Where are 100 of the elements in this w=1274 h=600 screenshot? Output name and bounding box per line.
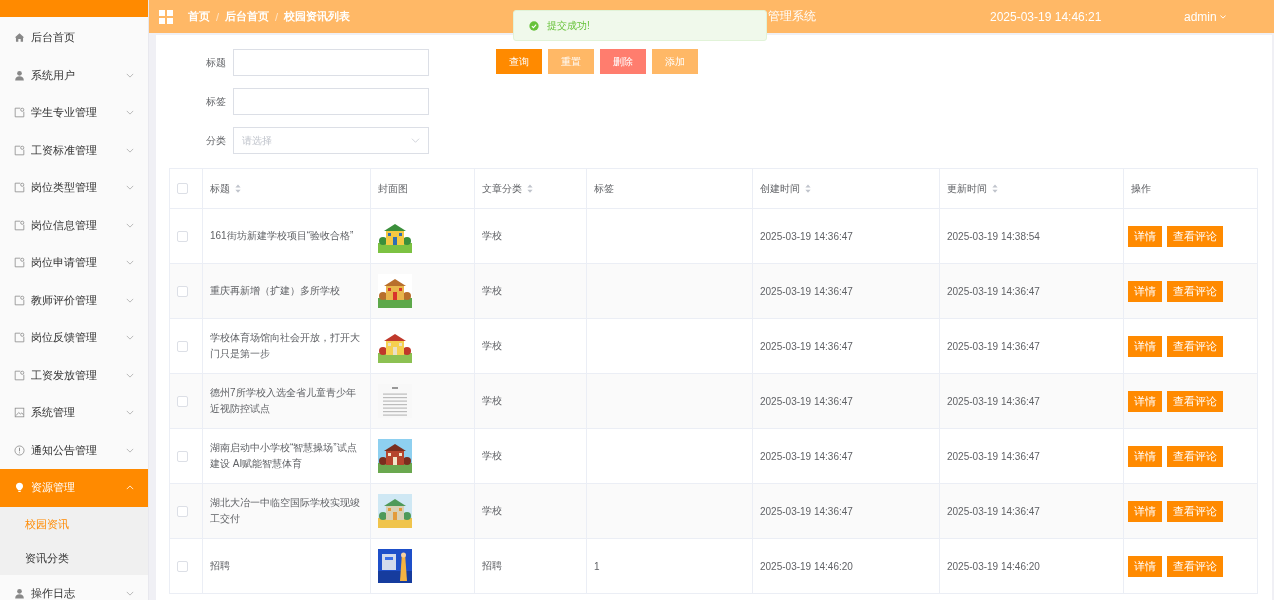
table-cell: 学校 (482, 230, 502, 241)
column-header: 封面图 (378, 181, 408, 196)
checkbox[interactable] (177, 395, 188, 407)
check-circle-icon (529, 20, 539, 31)
row-action-button[interactable]: 详情 (1128, 445, 1162, 467)
sidebar-item[interactable]: 工资标准管理 (0, 131, 148, 169)
table-cell: 2025-03-19 14:36:47 (760, 340, 853, 352)
sidebar-item[interactable]: 学生专业管理 (0, 94, 148, 132)
chevron-down-icon (126, 185, 134, 191)
table-cell: 2025-03-19 14:46:20 (947, 560, 1040, 572)
row-action-button[interactable]: 查看评论 (1167, 225, 1223, 247)
row-action-button[interactable]: 详情 (1128, 390, 1162, 412)
table-cell: 2025-03-19 14:36:47 (947, 340, 1040, 352)
row-action-button[interactable]: 详情 (1128, 225, 1162, 247)
datetime-text: 2025-03-19 14:46:21 (990, 9, 1103, 24)
table-cell: 2025-03-19 14:36:47 (760, 450, 853, 462)
table-cell: 2025-03-19 14:36:47 (947, 505, 1040, 517)
sidebar-item[interactable]: 通知公告管理 (0, 431, 148, 469)
submenu-item[interactable]: 资讯分类 (0, 540, 148, 575)
row-action-button[interactable]: 查看评论 (1167, 445, 1223, 467)
sort-icon[interactable] (527, 184, 533, 193)
table-cell: 2025-03-19 14:36:47 (760, 285, 853, 297)
sidebar-item[interactable]: 资源管理 (0, 469, 148, 507)
column-header: 操作 (1131, 181, 1151, 196)
field-label: 标题 (205, 55, 226, 70)
table-cell-text: 161街坊新建学校项目“验收合格” (210, 229, 355, 243)
chevron-down-icon (126, 72, 134, 78)
sidebar-item[interactable]: 岗位类型管理 (0, 169, 148, 207)
checkbox[interactable] (177, 183, 188, 195)
chevron-down-icon (126, 335, 134, 341)
table-cell: 2025-03-19 14:36:47 (760, 505, 853, 517)
sidebar-item[interactable]: 系统用户 (0, 56, 148, 94)
input-field[interactable] (233, 88, 429, 115)
row-action-button[interactable]: 查看评论 (1167, 280, 1223, 302)
row-action-button[interactable]: 查看评论 (1167, 500, 1223, 522)
sidebar-item[interactable]: 后台首页 (0, 19, 148, 57)
document-icon (14, 219, 25, 231)
bulb-icon (14, 482, 25, 494)
sidebar-item[interactable]: 教师评价管理 (0, 281, 148, 319)
table-cell-text: 湖南启动中小学校“智慧操场”试点建设 AI赋能智慧体育 (210, 441, 358, 471)
system-title: 管理系统 (768, 8, 817, 25)
checkbox[interactable] (177, 505, 188, 517)
row-action-button[interactable]: 详情 (1128, 335, 1162, 357)
user-menu[interactable]: admin (1176, 9, 1274, 24)
action-button[interactable]: 添加 (652, 49, 698, 74)
home-icon (14, 32, 25, 44)
sort-icon[interactable] (992, 184, 998, 193)
sidebar-item[interactable]: 岗位申请管理 (0, 244, 148, 282)
table-cell: 学校 (482, 340, 502, 351)
checkbox[interactable] (177, 560, 188, 572)
row-action-button[interactable]: 查看评论 (1167, 390, 1223, 412)
table-cell-text: 招聘 (210, 559, 231, 573)
column-header: 标题 (210, 181, 230, 196)
row-action-button[interactable]: 详情 (1128, 280, 1162, 302)
sidebar-item[interactable]: 系统管理 (0, 394, 148, 432)
document-icon (14, 107, 25, 119)
table-cell: 2025-03-19 14:36:47 (947, 450, 1040, 462)
user-icon (14, 69, 25, 81)
chevron-down-icon (126, 447, 134, 453)
sort-icon[interactable] (805, 184, 811, 193)
sidebar-item[interactable]: 工资发放管理 (0, 356, 148, 394)
chevron-down-icon (126, 260, 134, 266)
row-action-button[interactable]: 详情 (1128, 500, 1162, 522)
sidebar-item[interactable]: 操作日志 (0, 574, 148, 600)
document-icon (14, 294, 25, 306)
chevron-down-icon (411, 138, 420, 143)
row-action-button[interactable]: 详情 (1128, 555, 1162, 577)
table-cell: 学校 (482, 285, 502, 296)
table-cell: 2025-03-19 14:36:47 (760, 230, 853, 242)
chevron-down-icon (126, 410, 134, 416)
image-icon (14, 407, 25, 419)
sidebar-item[interactable]: 岗位反馈管理 (0, 319, 148, 357)
field-label: 分类 (205, 133, 226, 148)
row-action-button[interactable]: 查看评论 (1167, 555, 1223, 577)
breadcrumb-link[interactable]: 校园资讯列表 (284, 9, 351, 24)
toast-message: 提交成功! (547, 18, 590, 33)
table-cell: 2025-03-19 14:36:47 (947, 395, 1040, 407)
input-field[interactable] (233, 49, 429, 76)
table-cell-text: 德州7所学校入选全省儿童青少年近视防控试点 (210, 386, 357, 416)
action-button[interactable]: 删除 (600, 49, 646, 74)
row-action-button[interactable]: 查看评论 (1167, 335, 1223, 357)
action-button[interactable]: 查询 (496, 49, 542, 74)
breadcrumb-link[interactable]: 首页 (188, 9, 210, 24)
checkbox[interactable] (177, 340, 188, 352)
breadcrumb-link[interactable]: 后台首页 (225, 9, 270, 24)
column-header: 更新时间 (947, 181, 987, 196)
document-icon (14, 369, 25, 381)
checkbox[interactable] (177, 285, 188, 297)
table-cell: 2025-03-19 14:36:47 (947, 285, 1040, 297)
caret-icon (1219, 14, 1226, 19)
sort-icon[interactable] (235, 184, 241, 193)
checkbox[interactable] (177, 450, 188, 462)
checkbox[interactable] (177, 230, 188, 242)
field-label: 标签 (205, 94, 226, 109)
column-header: 标签 (594, 181, 614, 196)
info-icon (14, 444, 25, 456)
submenu-item[interactable]: 校园资讯 (0, 506, 148, 541)
sidebar-item[interactable]: 岗位信息管理 (0, 206, 148, 244)
grid-menu-icon[interactable] (159, 9, 173, 24)
action-button[interactable]: 重置 (548, 49, 594, 74)
